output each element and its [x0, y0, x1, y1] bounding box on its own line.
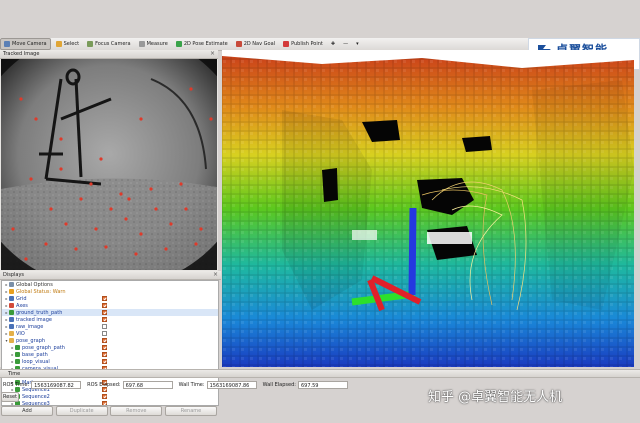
display-item[interactable]: ▸ ground_truth_path: [2, 309, 218, 316]
displays-title: Displays: [3, 272, 25, 278]
minus-icon[interactable]: —: [340, 39, 351, 49]
enable-checkbox[interactable]: [102, 352, 107, 357]
display-item[interactable]: ▸Sequence2: [2, 393, 218, 400]
wall-elapsed-label: Wall Elapsed:: [262, 381, 296, 388]
enable-checkbox[interactable]: [102, 310, 107, 315]
tool-label: Publish Point: [291, 41, 323, 47]
grid-icon: [9, 296, 14, 301]
tool-label: Measure: [146, 41, 168, 47]
tool-move-camera[interactable]: Move Camera: [0, 38, 51, 50]
time-title: Time: [8, 371, 21, 377]
rename-button[interactable]: Rename: [164, 406, 217, 416]
camera-frame: [1, 59, 217, 270]
tool-label: Move Camera: [12, 41, 47, 47]
path-icon: [15, 352, 20, 357]
close-icon[interactable]: ×: [213, 271, 218, 279]
voxel-map-render: [222, 50, 634, 367]
measure-icon: [138, 41, 145, 47]
enable-checkbox[interactable]: [102, 338, 107, 343]
add-button[interactable]: Add: [1, 406, 53, 416]
enable-checkbox[interactable]: [102, 303, 107, 308]
display-item[interactable]: ▸ Axes: [2, 302, 218, 309]
folder-icon: [9, 338, 14, 343]
display-item[interactable]: ▸ VIO: [2, 330, 218, 337]
image-icon: [9, 324, 14, 329]
3d-render-view[interactable]: [222, 50, 634, 367]
folder-icon: [9, 331, 14, 336]
display-item[interactable]: ▸ Grid: [2, 295, 218, 302]
tool-label: 2D Pose Estimate: [183, 41, 228, 47]
display-item[interactable]: ▸ tracked image: [2, 316, 218, 323]
close-icon[interactable]: ×: [210, 50, 215, 58]
enable-checkbox[interactable]: [102, 359, 107, 364]
tracked-image-title: Tracked Image: [3, 51, 40, 57]
ros-elapsed-field[interactable]: 697.68: [122, 380, 173, 389]
nav-goal-icon: [235, 41, 242, 47]
display-item[interactable]: ▸ raw_image: [2, 323, 218, 330]
ros-elapsed-label: ROS Elapsed:: [87, 381, 121, 388]
tool-label: Focus Camera: [95, 41, 131, 47]
display-item[interactable]: ▾ pose_graph: [2, 337, 218, 344]
tool-focus-camera[interactable]: Focus Camera: [84, 39, 134, 49]
tracked-image-view: [1, 59, 217, 270]
enable-checkbox[interactable]: [102, 317, 107, 322]
ros-time-field[interactable]: 1563169087.82: [31, 380, 82, 389]
axes-icon: [9, 303, 14, 308]
warning-icon: [9, 289, 14, 294]
pose-estimate-icon: [175, 41, 182, 47]
image-icon: [9, 317, 14, 322]
display-item[interactable]: ▸ base_path: [2, 351, 218, 358]
marker-icon: [15, 359, 20, 364]
left-dock: Tracked Image × Displays × ▸ Global Opti…: [0, 50, 221, 416]
publish-point-icon: [283, 41, 290, 47]
select-icon: [55, 41, 62, 47]
enable-checkbox[interactable]: [102, 324, 107, 329]
ros-time-label: ROS Time:: [3, 381, 30, 388]
displays-buttons: Add Duplicate Remove Rename: [1, 406, 217, 416]
tool-publish-point[interactable]: Publish Point: [280, 39, 326, 49]
display-item[interactable]: ▸ Global Status: Warn: [2, 288, 218, 295]
remove-button[interactable]: Remove: [110, 406, 163, 416]
gear-icon: [9, 282, 14, 287]
plus-icon[interactable]: ✚: [328, 39, 338, 49]
enable-checkbox[interactable]: [102, 394, 107, 399]
wall-time-field[interactable]: 1563169087.86: [206, 380, 257, 389]
display-item[interactable]: ▸ loop_visual: [2, 358, 218, 365]
display-item[interactable]: ▸ pose_graph_path: [2, 344, 218, 351]
display-item[interactable]: ▸ Global Options: [2, 281, 218, 288]
tool-select[interactable]: Select: [53, 39, 82, 49]
chevron-down-icon[interactable]: ▾: [353, 39, 362, 49]
wall-time-label: Wall Time:: [178, 381, 205, 388]
tool-pose-estimate[interactable]: 2D Pose Estimate: [173, 39, 231, 49]
tool-nav-goal[interactable]: 2D Nav Goal: [233, 39, 278, 49]
path-icon: [15, 345, 20, 350]
duplicate-button[interactable]: Duplicate: [55, 406, 108, 416]
tool-label: Select: [63, 41, 80, 47]
enable-checkbox[interactable]: [102, 345, 107, 350]
enable-checkbox[interactable]: [102, 296, 107, 301]
tool-measure[interactable]: Measure: [136, 39, 171, 49]
tool-label: 2D Nav Goal: [243, 41, 276, 47]
tracked-image-panel-title: Tracked Image ×: [0, 50, 218, 59]
move-camera-icon: [4, 41, 10, 47]
reset-button[interactable]: Reset: [1, 392, 19, 402]
wall-elapsed-field[interactable]: 697.59: [297, 380, 348, 389]
watermark: 知乎 @卓翼智能无人机: [428, 390, 563, 405]
path-icon: [9, 310, 14, 315]
time-panel-title: Time: [0, 369, 640, 378]
focus-camera-icon: [87, 41, 94, 47]
enable-checkbox[interactable]: [102, 331, 107, 336]
displays-panel-title: Displays ×: [0, 271, 221, 280]
